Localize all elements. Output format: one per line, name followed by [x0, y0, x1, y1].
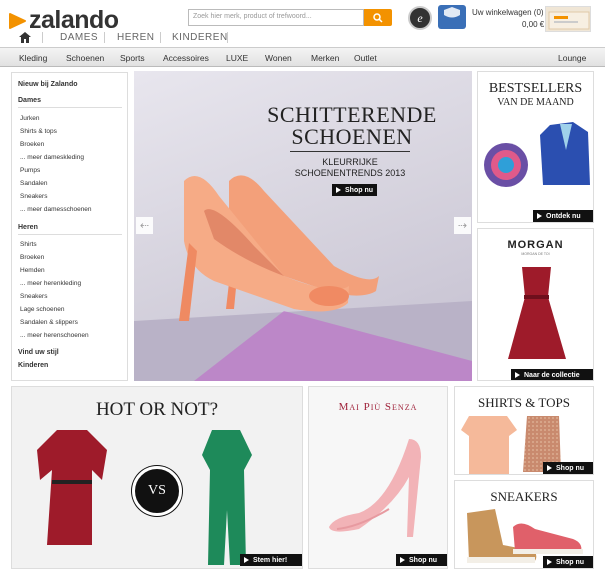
shirts-tops-button[interactable]: Shop nu: [543, 462, 593, 474]
play-arrow-icon: [244, 557, 249, 563]
sidebar-item-broeken[interactable]: Broeken: [20, 141, 44, 148]
nav-sports[interactable]: Sports: [120, 53, 145, 63]
sidebar-new[interactable]: Nieuw bij Zalando: [18, 81, 78, 88]
nav-merken[interactable]: Merken: [311, 53, 339, 63]
play-arrow-icon: [537, 213, 542, 219]
cart-box-icon[interactable]: [545, 6, 591, 32]
mai-piu-senza-panel[interactable]: Mai Più Senza Shop nu: [308, 386, 448, 569]
shirts-tops-panel[interactable]: SHIRTS & TOPS Shop nu: [454, 386, 594, 475]
morgan-button[interactable]: Naar de collectie: [511, 369, 593, 380]
sidebar-item-meer-herenkleding[interactable]: ... meer herenkleding: [20, 280, 81, 287]
shirts-tops-title: SHIRTS & TOPS: [478, 395, 570, 410]
tab-kinderen[interactable]: KINDEREN: [172, 32, 228, 43]
sidebar-item-sandalen-slippers[interactable]: Sandalen & slippers: [20, 319, 78, 326]
hot-or-not-panel[interactable]: HOT OR NOT? VS Stem hier!: [11, 386, 303, 569]
hot-or-not-title: HOT OR NOT?: [95, 399, 219, 420]
cart-label[interactable]: Uw winkelwagen (0): [472, 8, 544, 17]
tab-heren[interactable]: HEREN: [117, 32, 155, 43]
sidebar-item-heren-sneakers[interactable]: Sneakers: [20, 293, 47, 300]
morgan-tagline: MORGAN DE TOI: [521, 252, 550, 256]
hero-title: SCHITTERENDE SCHOENEN: [267, 102, 437, 149]
hero-divider: [290, 151, 410, 152]
sneakers-button[interactable]: Shop nu: [543, 556, 593, 568]
arrow-left-icon: ⇠: [139, 220, 150, 232]
hero-shop-button[interactable]: Shop nu: [332, 184, 377, 196]
sidebar-item-heren-broeken[interactable]: Broeken: [20, 254, 44, 261]
mai-piu-senza-button[interactable]: Shop nu: [396, 554, 447, 566]
nav-accessoires[interactable]: Accessoires: [163, 53, 209, 63]
sidebar-item-lage-schoenen[interactable]: Lage schoenen: [20, 306, 64, 313]
play-arrow-icon: [547, 559, 552, 565]
tab-dames[interactable]: DAMES: [60, 32, 98, 43]
search-input[interactable]: Zoek hier merk, product of trefwoord...: [188, 9, 364, 26]
search-icon: [373, 12, 383, 23]
play-arrow-icon: [400, 557, 405, 563]
sidebar-item-sandalen[interactable]: Sandalen: [20, 180, 47, 187]
sneakers-title: SNEAKERS: [490, 489, 558, 504]
bestsellers-button[interactable]: Ontdek nu: [533, 210, 593, 222]
cart-price: 0,00 €: [522, 20, 545, 29]
carousel-prev-button[interactable]: ⇠: [136, 217, 153, 234]
home-icon[interactable]: [19, 32, 31, 46]
carousel-next-button[interactable]: ⇢: [454, 217, 471, 234]
sidebar-dames-title[interactable]: Dames: [18, 97, 41, 104]
sidebar-kids[interactable]: Kinderen: [18, 362, 48, 369]
nav-schoenen[interactable]: Schoenen: [66, 53, 104, 63]
sidebar-item-hemden[interactable]: Hemden: [20, 267, 45, 274]
bestsellers-subtitle: VAN DE MAAND: [497, 97, 574, 108]
sidebar-style[interactable]: Vind uw stijl: [18, 349, 59, 356]
pump-shoe-image: [329, 439, 421, 537]
morgan-dress-image: [508, 267, 566, 359]
sidebar-item-sneakers[interactable]: Sneakers: [20, 193, 47, 200]
sidebar-item-meer-damesschoenen[interactable]: ... meer damesschoenen: [20, 206, 92, 213]
nav-luxe[interactable]: LUXE: [226, 53, 248, 63]
sidebar: Nieuw bij Zalando Dames Jurken Shirts & …: [11, 72, 128, 381]
play-arrow-icon: [336, 187, 341, 193]
play-logo-icon: [8, 12, 26, 30]
sidebar-item-pumps[interactable]: Pumps: [20, 167, 40, 174]
vote-button[interactable]: Stem hier!: [240, 554, 302, 566]
hero-banner[interactable]: SCHITTERENDE SCHOENEN KLEURRIJKE SCHOENE…: [134, 71, 472, 381]
sidebar-item-meer-herenschoenen[interactable]: ... meer herenschoenen: [20, 332, 89, 339]
hero-subtitle: KLEURRIJKE SCHOENENTRENDS 2013: [294, 157, 406, 178]
secure-shopping-badge[interactable]: [438, 5, 466, 29]
arrow-right-icon: ⇢: [457, 220, 468, 232]
sidebar-item-jurken[interactable]: Jurken: [20, 115, 40, 122]
bestsellers-panel[interactable]: BESTSELLERS VAN DE MAAND Ontdek nu: [477, 71, 594, 223]
category-nav: Kleding Schoenen Sports Accessoires LUXE…: [0, 47, 605, 67]
bestsellers-image: [484, 122, 590, 187]
sneakers-panel[interactable]: SNEAKERS Shop nu: [454, 480, 594, 569]
vs-badge: VS: [132, 466, 182, 516]
play-arrow-icon: [547, 465, 552, 471]
morgan-logo: MORGAN: [507, 239, 564, 251]
search-button[interactable]: [364, 9, 392, 26]
morgan-panel[interactable]: MORGAN MORGAN DE TOI Naar de collectie: [477, 228, 594, 381]
sidebar-item-shirts-tops[interactable]: Shirts & tops: [20, 128, 57, 135]
nav-kleding[interactable]: Kleding: [19, 53, 47, 63]
mai-piu-senza-title: Mai Più Senza: [338, 401, 418, 413]
sidebar-heren-title[interactable]: Heren: [18, 224, 38, 231]
trusted-shop-badge[interactable]: e: [408, 6, 432, 30]
bestsellers-title: BESTSELLERS: [488, 81, 583, 96]
nav-lounge[interactable]: Lounge: [558, 53, 586, 63]
gender-nav: DAMES HEREN KINDEREN: [0, 30, 605, 46]
shield-icon: [444, 7, 460, 18]
nav-wonen[interactable]: Wonen: [265, 53, 292, 63]
nav-outlet[interactable]: Outlet: [354, 53, 377, 63]
sidebar-item-meer-dameskleding[interactable]: ... meer dameskleding: [20, 154, 84, 161]
play-arrow-icon: [515, 372, 520, 378]
sidebar-item-shirts[interactable]: Shirts: [20, 241, 37, 248]
